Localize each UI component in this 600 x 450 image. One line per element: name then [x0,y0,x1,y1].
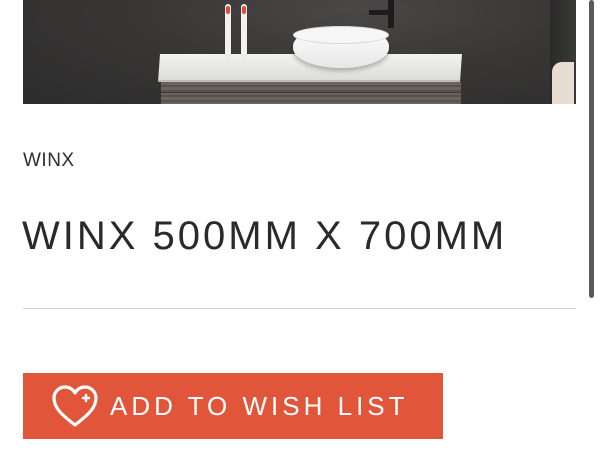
toothbrush [225,4,231,56]
wish-list-label: ADD TO WISH LIST [110,390,409,421]
basin-rim [293,26,389,44]
product-image[interactable] [23,0,576,104]
scrollbar[interactable] [589,0,594,298]
towel [552,62,574,104]
add-to-wish-list-button[interactable]: ADD TO WISH LIST [23,373,443,439]
heart-outline-icon [49,383,101,429]
product-brand: WINX [23,150,75,171]
divider [23,308,576,309]
product-title: WINX 500MM X 700MM [22,213,508,258]
toothbrush [241,4,247,56]
cabinet-seam [161,92,461,93]
vanity-cabinet [161,82,461,104]
tap-spout [369,10,391,15]
